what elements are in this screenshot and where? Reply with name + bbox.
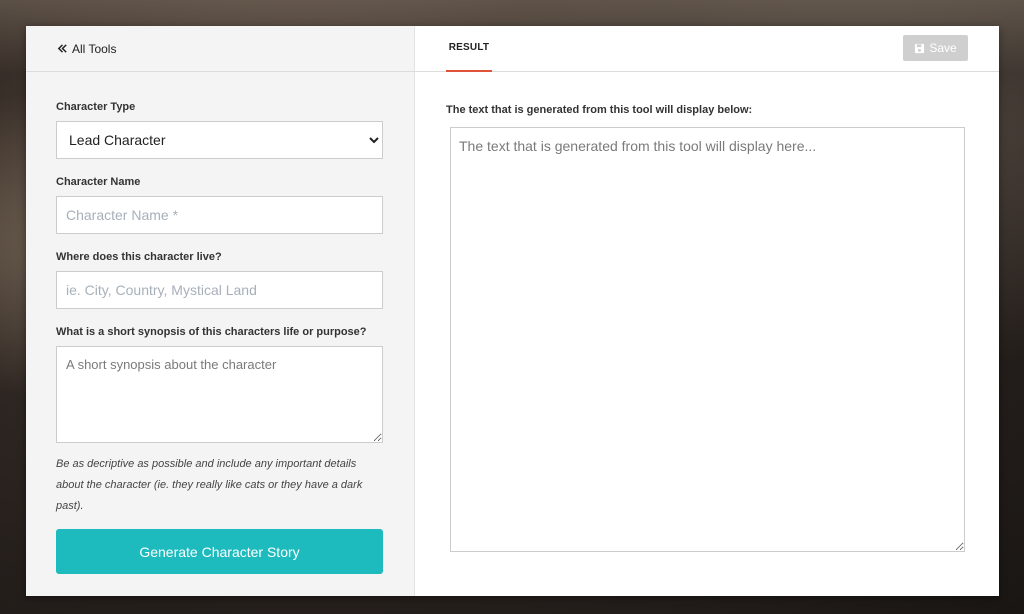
synopsis-label: What is a short synopsis of this charact… [56, 326, 367, 338]
all-tools-label: All Tools [72, 41, 117, 56]
tool-card: All Tools Character Type Lead Character … [26, 26, 999, 596]
character-name-label: Character Name [56, 176, 141, 188]
tab-result[interactable]: RESULT [446, 26, 492, 72]
character-form: Character Type Lead Character Character … [26, 72, 414, 574]
result-intro-label: The text that is generated from this too… [446, 104, 753, 116]
synopsis-textarea[interactable] [56, 346, 383, 443]
character-name-input[interactable] [56, 196, 383, 234]
character-type-select[interactable]: Lead Character [56, 121, 383, 159]
form-panel-header: All Tools [26, 26, 414, 72]
character-home-input[interactable] [56, 271, 383, 309]
result-panel-header: RESULT Save [415, 26, 999, 72]
save-label: Save [929, 41, 957, 55]
character-home-label: Where does this character live? [56, 251, 222, 263]
floppy-disk-icon [915, 43, 925, 53]
form-panel: All Tools Character Type Lead Character … [26, 26, 415, 596]
double-chevron-left-icon [57, 44, 67, 53]
all-tools-link[interactable]: All Tools [57, 42, 116, 56]
result-panel: RESULT Save The text that is generated f… [415, 26, 999, 596]
synopsis-hint: Be as decriptive as possible and include… [56, 458, 363, 512]
save-button[interactable]: Save [903, 35, 968, 61]
generate-character-story-button[interactable]: Generate Character Story [56, 529, 383, 574]
result-textarea[interactable] [450, 127, 965, 552]
character-type-label: Character Type [56, 101, 136, 113]
